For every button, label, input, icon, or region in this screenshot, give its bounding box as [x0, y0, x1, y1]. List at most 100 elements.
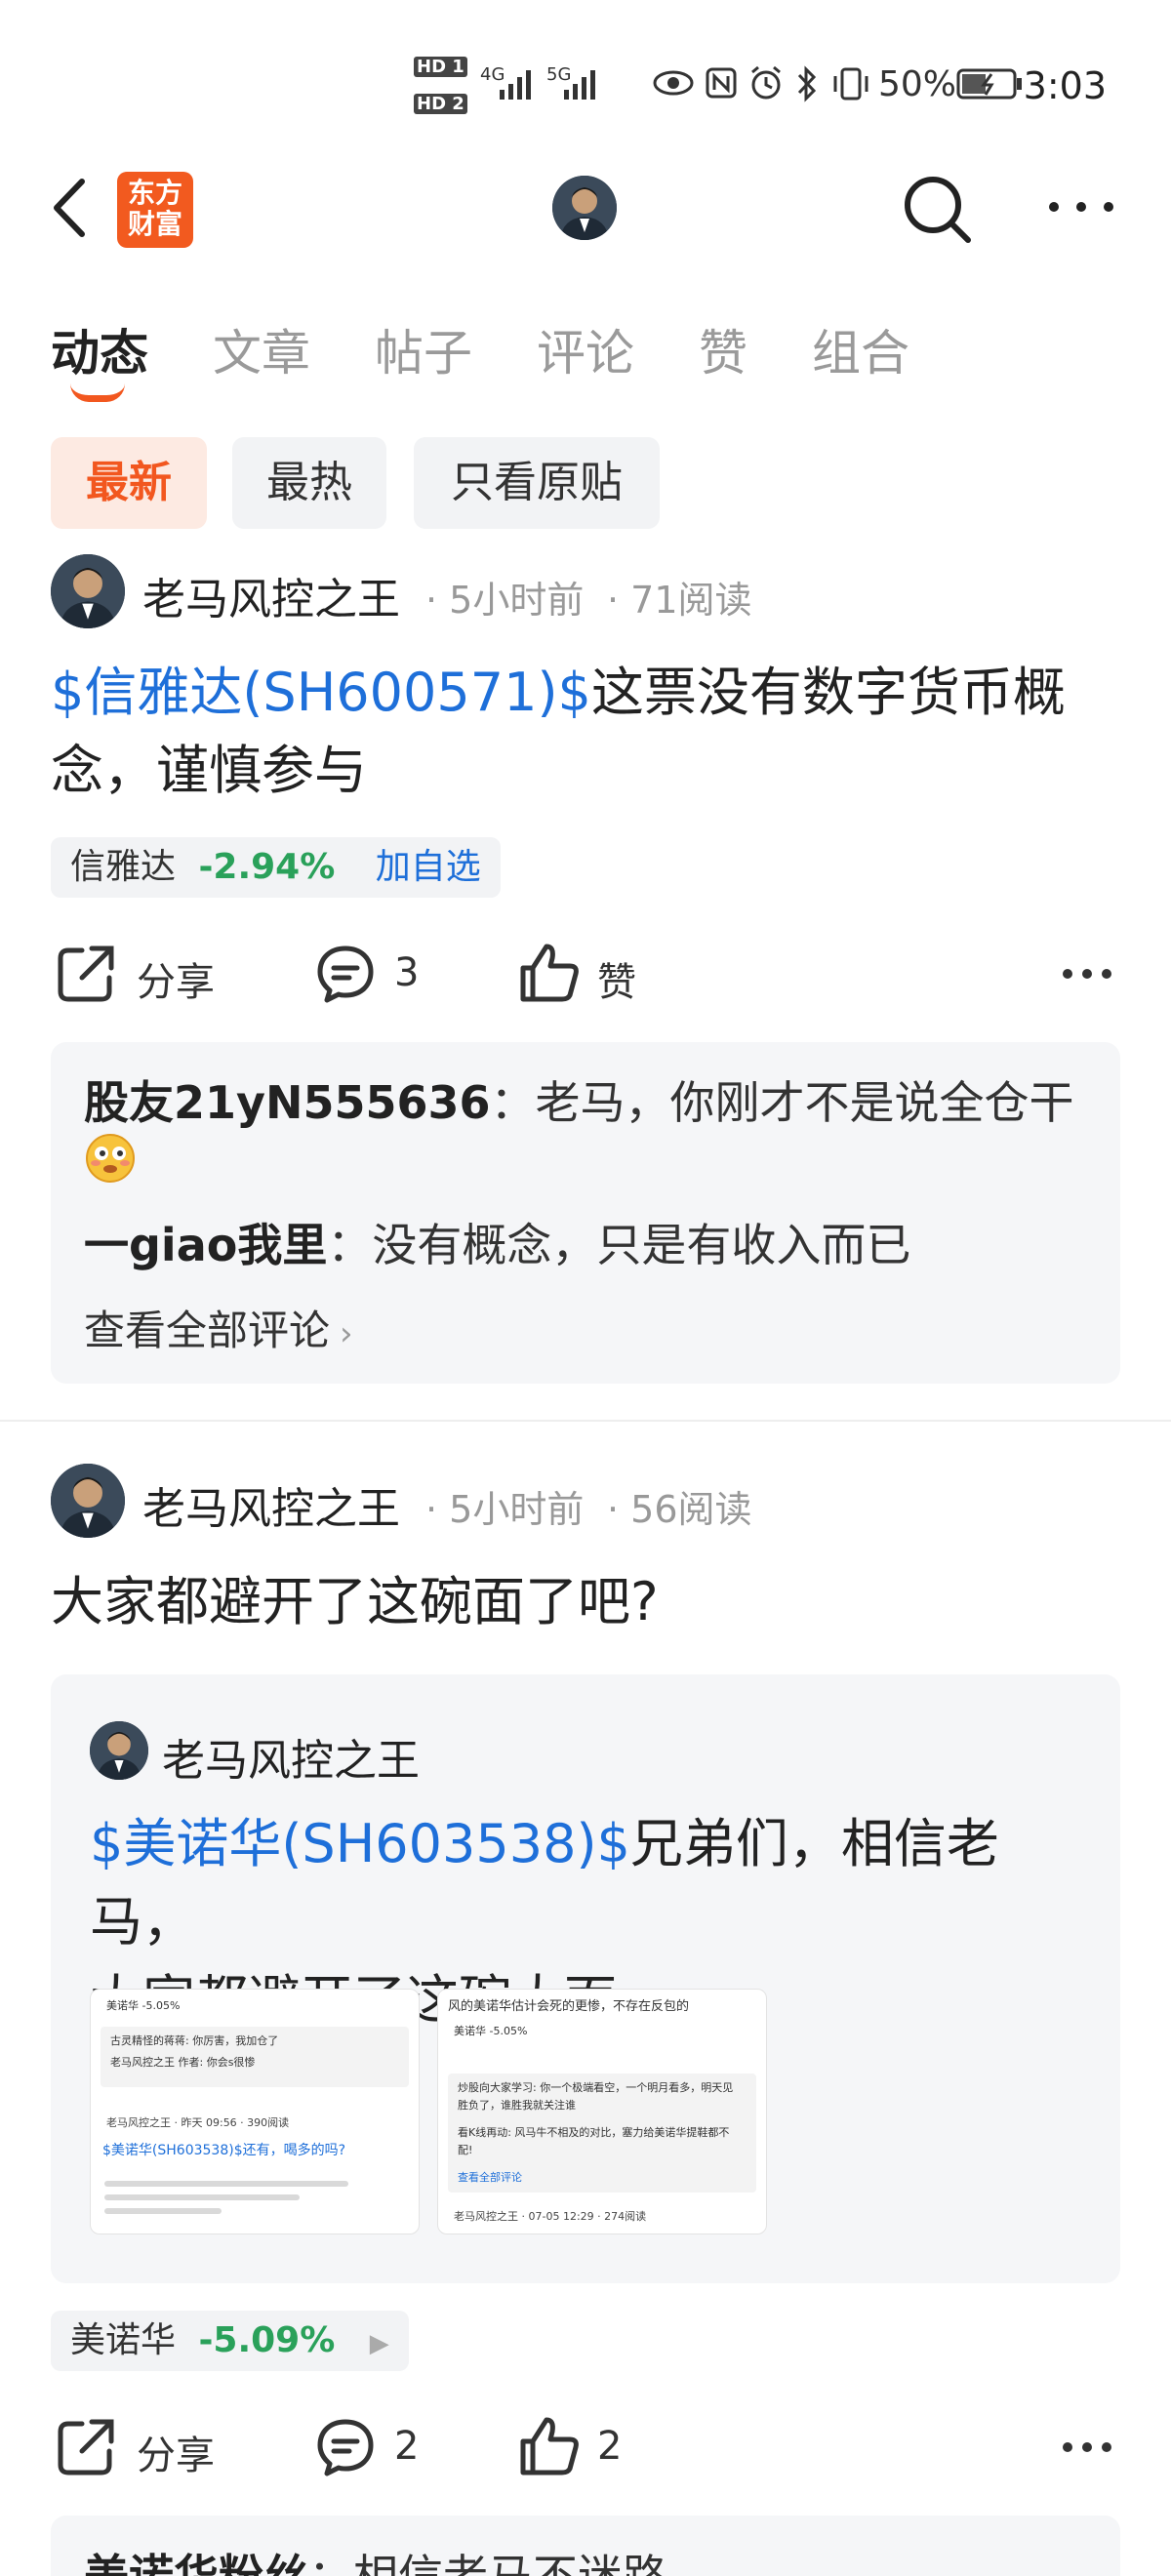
comment-2[interactable]: 一giao我里：没有概念，只是有收入而已: [84, 1210, 910, 1274]
post2-time: · 5小时前: [425, 1488, 585, 1531]
post2-author[interactable]: 老马风控之王: [142, 1473, 400, 1536]
thumb1-link: $美诺华(SH603538)$还有，喝多的吗?: [102, 2143, 346, 2158]
comment-2-user[interactable]: 一giao我里: [84, 1219, 327, 1271]
status-bar: HD 1 HD 2 4G 5G 50% 3:03: [0, 0, 1171, 146]
eastmoney-logo[interactable]: 东方 财富: [117, 172, 193, 248]
alarm-icon: [751, 65, 781, 100]
post2-share-label[interactable]: 分享: [137, 2424, 215, 2480]
post2-avatar[interactable]: [51, 1464, 125, 1538]
tab-comments[interactable]: 评论: [537, 314, 634, 384]
nfc-icon: [706, 67, 737, 99]
eye-icon: [653, 70, 694, 96]
battery-icon: [956, 68, 1022, 100]
tab-dynamic[interactable]: 动态: [51, 314, 148, 384]
like-icon[interactable]: [517, 941, 582, 1005]
thumb2-tag: 美诺华 -5.05%: [454, 2025, 528, 2037]
post-divider: [0, 1420, 1171, 1422]
post1-avatar[interactable]: [51, 554, 125, 628]
search-icon[interactable]: [900, 172, 974, 246]
comment-1-text: 老马，你刚才不是说全仓干: [535, 1076, 1074, 1129]
logo-line-2: 财富: [127, 208, 182, 240]
filter-hottest[interactable]: 最热: [232, 437, 386, 529]
post2-comment-1-text: ：相信老马不迷路: [308, 2550, 667, 2576]
battery-percent: 50%: [877, 64, 956, 104]
like-icon[interactable]: [517, 2414, 582, 2478]
quote-avatar[interactable]: [90, 1721, 148, 1780]
post1-more-icon[interactable]: [1062, 962, 1112, 986]
tab-likes[interactable]: 赞: [699, 314, 747, 384]
post2-reads: · 56阅读: [607, 1488, 752, 1531]
quote-image-1[interactable]: 美诺华 -5.05% 古灵精怪的蒋蒋: 你厉害，我加仓了 老马风控之王 作者: …: [90, 1989, 420, 2234]
thumb1-author: 老马风控之王 · 昨天 09:56 · 390阅读: [106, 2116, 290, 2129]
post1-author[interactable]: 老马风控之王: [142, 564, 400, 626]
filter-original-only[interactable]: 只看原贴: [414, 437, 660, 529]
thumb1-c2: 老马风控之王 作者: 你会s很惨: [110, 2056, 256, 2069]
vibrate-icon: [833, 67, 868, 101]
post1-share-label[interactable]: 分享: [137, 950, 215, 1007]
post2-comment-1[interactable]: 美诺华粉丝：相信老马不迷路: [84, 2541, 667, 2576]
thumb2-c2: 看K线再动: 风马牛不相及的对比，塞力给美诺华提鞋都不配!: [458, 2126, 730, 2156]
signal-icon-2: [564, 70, 595, 100]
post2-like-count[interactable]: 2: [597, 2424, 622, 2469]
post2-tag-name: 美诺华: [70, 2320, 177, 2360]
more-menu-icon[interactable]: [1044, 187, 1118, 226]
hd1-badge: HD 1: [414, 57, 467, 77]
tab-posts[interactable]: 帖子: [375, 314, 472, 384]
post2-comment-1-user[interactable]: 美诺华粉丝: [84, 2550, 308, 2576]
active-tab-indicator: [70, 383, 125, 402]
thumb1-c1: 古灵精怪的蒋蒋: 你厉害，我加仓了: [110, 2034, 279, 2047]
header-avatar[interactable]: [552, 176, 617, 240]
thinking-emoji-icon: [86, 1134, 135, 1183]
tab-articles[interactable]: 文章: [213, 314, 310, 384]
filter-latest[interactable]: 最新: [51, 437, 207, 529]
quote-image-2[interactable]: 风的美诺华估计会死的更惨，不存在反包的 美诺华 -5.05% 炒股向大家学习: …: [437, 1989, 767, 2234]
back-arrow-icon[interactable]: [49, 174, 88, 242]
post1-like-label[interactable]: 赞: [597, 950, 636, 1007]
thumb1-placeholder-line: [104, 2208, 222, 2214]
comment-2-text: 没有概念，只是有收入而已: [372, 1219, 911, 1271]
quote-author[interactable]: 老马风控之王: [162, 1725, 420, 1788]
clock: 3:03: [1023, 64, 1107, 107]
comment-icon[interactable]: [314, 943, 377, 1005]
post2-comment-count[interactable]: 2: [394, 2424, 419, 2469]
thumb2-c1: 炒股向大家学习: 你一个极端看空，一个明月看多，明天见胜负了，谁胜我就关注谁: [458, 2081, 734, 2112]
post1-stock-tag[interactable]: 信雅达 -2.94% 加自选: [51, 837, 501, 898]
quote-stock-link[interactable]: $美诺华(SH603538)$: [90, 1813, 630, 1874]
comment-2-sep: ：: [327, 1219, 373, 1271]
thumb1-placeholder-line: [104, 2181, 348, 2187]
thumb1-placeholder-line: [104, 2194, 300, 2200]
post2-stock-tag[interactable]: 美诺华 -5.09% ▶: [51, 2311, 409, 2371]
quoted-post-card[interactable]: 老马风控之王 $美诺华(SH603538)$兄弟们，相信老马， 大家都避开了这碗…: [51, 1674, 1120, 2283]
comment-1-user[interactable]: 股友21yN555636: [84, 1076, 491, 1129]
avatar-portrait: [552, 176, 617, 240]
share-icon[interactable]: [55, 943, 117, 1005]
thumb1-tag: 美诺华 -5.05%: [106, 1999, 181, 2012]
add-watchlist-button[interactable]: 加自选: [376, 847, 481, 887]
view-all-comments-label: 查看全部评论: [84, 1307, 331, 1354]
comment-1-sep: ：: [490, 1076, 536, 1129]
thumb2-title: 风的美诺华估计会死的更惨，不存在反包的: [448, 1999, 690, 2014]
bluetooth-icon: [797, 65, 817, 102]
share-icon[interactable]: [55, 2416, 117, 2478]
post1-time: · 5小时前: [425, 579, 585, 622]
post2-text[interactable]: 大家都避开了这碗面了吧?: [51, 1563, 1124, 1641]
play-arrow-icon: ▶: [369, 2329, 389, 2358]
comment-1[interactable]: 股友21yN555636：老马，你刚才不是说全仓干: [84, 1067, 1074, 1132]
post2-comments-box[interactable]: 美诺华粉丝：相信老马不迷路: [51, 2516, 1120, 2576]
post1-reads: · 71阅读: [607, 579, 752, 622]
comment-icon[interactable]: [314, 2416, 377, 2478]
quote-line-1: $美诺华(SH603538)$兄弟们，相信老马，: [90, 1805, 1095, 1961]
post1-body[interactable]: $信雅达(SH600571)$这票没有数字货币概念，谨慎参与: [51, 654, 1124, 810]
avatar-portrait: [51, 554, 125, 628]
view-all-comments-link[interactable]: 查看全部评论 ›: [84, 1298, 353, 1357]
chevron-right-icon: ›: [340, 1314, 353, 1353]
post1-comments-box[interactable]: 股友21yN555636：老马，你刚才不是说全仓干 一giao我里：没有概念，只…: [51, 1042, 1120, 1384]
avatar-portrait: [51, 1464, 125, 1538]
hd2-badge: HD 2: [414, 94, 467, 114]
post1-tag-name: 信雅达: [70, 847, 177, 887]
post1-comment-count[interactable]: 3: [394, 950, 419, 995]
thumb2-author: 老马风控之王 · 07-05 12:29 · 274阅读: [454, 2210, 647, 2223]
tab-portfolio[interactable]: 组合: [812, 314, 909, 384]
post2-more-icon[interactable]: [1062, 2435, 1112, 2459]
post1-stock-link[interactable]: $信雅达(SH600571)$: [51, 662, 591, 723]
